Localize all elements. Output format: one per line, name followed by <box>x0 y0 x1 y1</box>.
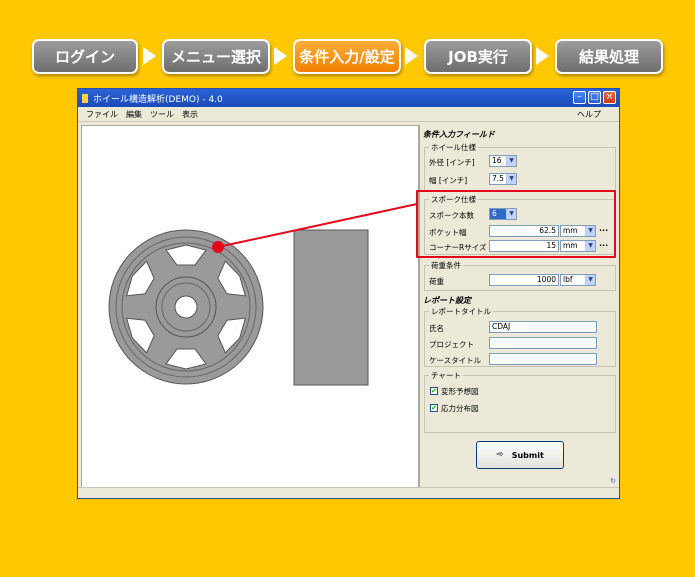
callout-dot <box>212 241 224 253</box>
callout-line <box>217 203 418 248</box>
callout-connector <box>212 203 418 253</box>
